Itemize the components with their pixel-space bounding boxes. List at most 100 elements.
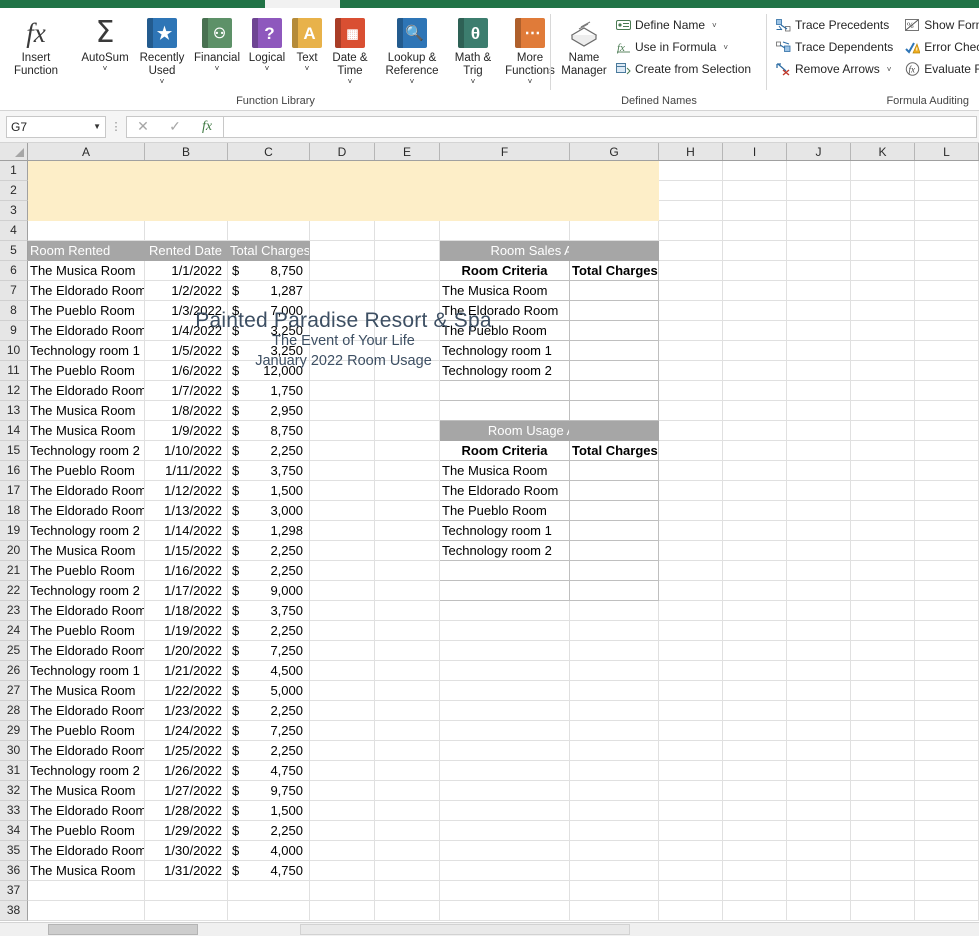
banner-cell-B3[interactable] [145, 201, 228, 221]
scrollbar-track-segment[interactable] [300, 924, 630, 935]
data-date-34[interactable]: 1/29/2022 [145, 821, 228, 841]
data-date-19[interactable]: 1/14/2022 [145, 521, 228, 541]
cell-H35[interactable] [659, 841, 723, 861]
sales-blank-F13[interactable] [440, 401, 570, 421]
sales-blank-G12[interactable] [570, 381, 659, 401]
column-header-D[interactable]: D [310, 143, 375, 160]
cell-E29[interactable] [375, 721, 440, 741]
data-room-14[interactable]: The Musica Room [28, 421, 145, 441]
sales-blank-G13[interactable] [570, 401, 659, 421]
cell-J15[interactable] [787, 441, 851, 461]
remove-arrows-button[interactable]: Remove Arrows ˅ [773, 58, 898, 80]
cell-I31[interactable] [723, 761, 787, 781]
data-date-7[interactable]: 1/2/2022 [145, 281, 228, 301]
cell-H24[interactable] [659, 621, 723, 641]
cell-I22[interactable] [723, 581, 787, 601]
cell-D34[interactable] [310, 821, 375, 841]
banner-cell-F3[interactable] [440, 201, 570, 221]
data-charge-26[interactable]: $4,500 [228, 661, 310, 681]
usage-analysis-title-cell[interactable]: Room Usage Analysis [440, 421, 570, 441]
cell-L24[interactable] [915, 621, 979, 641]
cell-F25[interactable] [440, 641, 570, 661]
cell-J8[interactable] [787, 301, 851, 321]
logical-button[interactable]: ? Logical ˅ [244, 13, 290, 73]
trace-precedents-button[interactable]: Trace Precedents [773, 14, 898, 36]
cell-D29[interactable] [310, 721, 375, 741]
header-rented-date[interactable]: Rented Date [145, 241, 228, 261]
usage-value-5[interactable] [570, 541, 659, 561]
autosum-button[interactable]: Σ AutoSum ˅ [76, 13, 134, 73]
data-charge-31[interactable]: $4,750 [228, 761, 310, 781]
cell-I12[interactable] [723, 381, 787, 401]
banner-cell-D3[interactable] [310, 201, 375, 221]
column-header-A[interactable]: A [28, 143, 145, 160]
cell-F28[interactable] [440, 701, 570, 721]
cell-E9[interactable] [375, 321, 440, 341]
sales-col-total[interactable]: Total Charges [570, 261, 659, 281]
cell-D26[interactable] [310, 661, 375, 681]
cell-E10[interactable] [375, 341, 440, 361]
cell-L26[interactable] [915, 661, 979, 681]
cell-L2[interactable] [915, 181, 979, 201]
cell-L37[interactable] [915, 881, 979, 901]
cell-H2[interactable] [659, 181, 723, 201]
cell-I7[interactable] [723, 281, 787, 301]
banner-cell-F2[interactable] [440, 181, 570, 201]
cell-H9[interactable] [659, 321, 723, 341]
cell-L12[interactable] [915, 381, 979, 401]
cell-H31[interactable] [659, 761, 723, 781]
cell-I29[interactable] [723, 721, 787, 741]
cell-I19[interactable] [723, 521, 787, 541]
cell-F29[interactable] [440, 721, 570, 741]
cell-D7[interactable] [310, 281, 375, 301]
data-room-28[interactable]: The Eldorado Room [28, 701, 145, 721]
data-room-18[interactable]: The Eldorado Room [28, 501, 145, 521]
cell-L21[interactable] [915, 561, 979, 581]
cell-H20[interactable] [659, 541, 723, 561]
row-header-23[interactable]: 23 [0, 601, 28, 621]
cell-E20[interactable] [375, 541, 440, 561]
use-in-formula-button[interactable]: fx Use in Formula ˅ [613, 36, 756, 58]
data-date-32[interactable]: 1/27/2022 [145, 781, 228, 801]
cell-D4[interactable] [310, 221, 375, 241]
sales-value-3[interactable] [570, 321, 659, 341]
cell-G31[interactable] [570, 761, 659, 781]
cell-K10[interactable] [851, 341, 915, 361]
cell-D36[interactable] [310, 861, 375, 881]
cell-D17[interactable] [310, 481, 375, 501]
cell-D28[interactable] [310, 701, 375, 721]
usage-criteria-4[interactable]: Technology room 1 [440, 521, 570, 541]
cell-J13[interactable] [787, 401, 851, 421]
row-header-5[interactable]: 5 [0, 241, 28, 261]
usage-col-total[interactable]: Total Charges [570, 441, 659, 461]
cell-K24[interactable] [851, 621, 915, 641]
data-charge-12[interactable]: $1,750 [228, 381, 310, 401]
cell-G26[interactable] [570, 661, 659, 681]
data-room-11[interactable]: The Pueblo Room [28, 361, 145, 381]
cell-H7[interactable] [659, 281, 723, 301]
cell-E38[interactable] [375, 901, 440, 921]
data-charge-34[interactable]: $2,250 [228, 821, 310, 841]
cell-A37[interactable] [28, 881, 145, 901]
row-header-18[interactable]: 18 [0, 501, 28, 521]
cell-E19[interactable] [375, 521, 440, 541]
cell-E8[interactable] [375, 301, 440, 321]
recently-used-button[interactable]: ★ Recently Used ˅ [134, 13, 190, 86]
sales-criteria-1[interactable]: The Musica Room [440, 281, 570, 301]
banner-cell-A1[interactable] [28, 161, 145, 181]
cell-L33[interactable] [915, 801, 979, 821]
column-header-F[interactable]: F [440, 143, 570, 160]
cell-G36[interactable] [570, 861, 659, 881]
cell-J14[interactable] [787, 421, 851, 441]
cell-D9[interactable] [310, 321, 375, 341]
horizontal-scrollbar[interactable] [0, 922, 979, 936]
formula-input[interactable] [223, 115, 977, 138]
cell-L14[interactable] [915, 421, 979, 441]
cell-H5[interactable] [659, 241, 723, 261]
cell-K5[interactable] [851, 241, 915, 261]
cell-J29[interactable] [787, 721, 851, 741]
banner-cell-A2[interactable] [28, 181, 145, 201]
row-header-34[interactable]: 34 [0, 821, 28, 841]
cell-J16[interactable] [787, 461, 851, 481]
cell-L1[interactable] [915, 161, 979, 181]
